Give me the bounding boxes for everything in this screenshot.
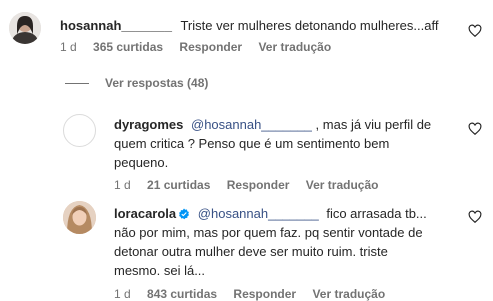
comment-username[interactable]: hosannah_______	[60, 18, 172, 33]
avatar-dyragomes[interactable]	[63, 114, 96, 147]
reply-likes[interactable]: 843 curtidas	[147, 287, 217, 301]
avatar-hosannah[interactable]	[9, 12, 41, 44]
view-replies-button[interactable]: Ver respostas (48)	[65, 76, 208, 90]
comment-hosannah: hosannah_______ Triste ver mulheres deto…	[60, 16, 460, 35]
reply-button[interactable]: Responder	[179, 40, 242, 54]
reply-mention[interactable]: @hosannah_______	[198, 206, 319, 221]
translate-button[interactable]: Ver tradução	[306, 178, 379, 192]
reply-meta: 1 d 843 curtidas Responder Ver tradução	[114, 287, 398, 301]
avatar-image	[63, 201, 96, 234]
comment-likes[interactable]: 365 curtidas	[93, 40, 163, 54]
reply-text-line2: não por mim, mas por quem faz. pq sentir…	[114, 225, 423, 240]
reply-text-line3: pequeno.	[114, 155, 169, 170]
reply-button[interactable]: Responder	[227, 178, 290, 192]
comment-meta: 1 d 365 curtidas Responder Ver tradução	[60, 40, 344, 54]
heart-outline-icon[interactable]	[468, 210, 482, 224]
reply-age[interactable]: 1 d	[114, 178, 131, 192]
view-replies-label: Ver respostas (48)	[105, 76, 209, 90]
reply-text-line4: mesmo. sei lá...	[114, 263, 206, 278]
reply-text-line1: , mas já viu perfil de	[315, 117, 432, 132]
reply-mention[interactable]: @hosannah_______	[191, 117, 312, 132]
reply-button[interactable]: Responder	[233, 287, 296, 301]
translate-button[interactable]: Ver tradução	[258, 40, 331, 54]
avatar-loracarola[interactable]	[63, 201, 96, 234]
reply-text-line1: fico arrasada tb...	[326, 206, 427, 221]
reply-username[interactable]: dyragomes	[114, 117, 183, 132]
reply-username[interactable]: loracarola	[114, 206, 176, 221]
verified-badge-icon	[179, 208, 190, 220]
comment-age[interactable]: 1 d	[60, 40, 77, 54]
reply-likes[interactable]: 21 curtidas	[147, 178, 210, 192]
reply-dyragomes: dyragomes @hosannah_______ , mas já viu …	[114, 115, 474, 172]
avatar-image	[9, 12, 41, 44]
reply-meta: 1 d 21 curtidas Responder Ver tradução	[114, 178, 391, 192]
heart-outline-icon[interactable]	[468, 24, 482, 38]
comment-text: Triste ver mulheres detonando mulheres..…	[180, 18, 439, 33]
reply-text-line3: detonar outra mulher deve ser muito ruim…	[114, 244, 388, 259]
reply-loracarola: loracarola @hosannah_______ fico arrasad…	[114, 204, 474, 280]
reply-age[interactable]: 1 d	[114, 287, 131, 301]
translate-button[interactable]: Ver tradução	[312, 287, 385, 301]
view-replies-line	[65, 82, 89, 84]
reply-text-line2: quem critica ? Penso que é um sentimento…	[114, 136, 390, 151]
heart-outline-icon[interactable]	[468, 122, 482, 136]
